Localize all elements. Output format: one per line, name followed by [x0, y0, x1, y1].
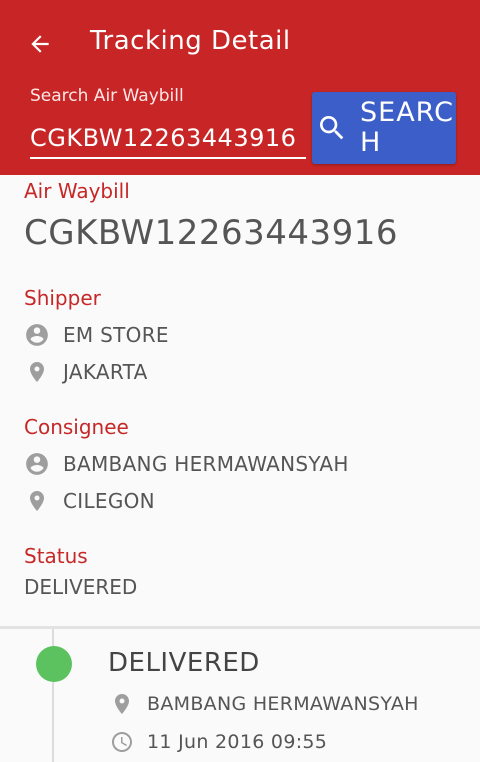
back-button[interactable]	[22, 26, 58, 62]
person-icon	[24, 322, 50, 348]
timeline-receiver-row: BAMBANG HERMAWANSYAH	[110, 690, 419, 718]
section-divider	[0, 626, 480, 629]
search-field-label: Search Air Waybill	[30, 86, 184, 106]
consignee-label: Consignee	[24, 415, 129, 439]
page-title: Tracking Detail	[90, 26, 291, 56]
consignee-name-row: BAMBANG HERMAWANSYAH	[24, 450, 349, 478]
person-icon	[24, 451, 50, 477]
consignee-name: BAMBANG HERMAWANSYAH	[63, 452, 349, 476]
shipper-label: Shipper	[24, 286, 101, 310]
search-button[interactable]: SEARCH	[312, 92, 456, 164]
timeline-receiver: BAMBANG HERMAWANSYAH	[147, 693, 419, 715]
timeline-status: DELIVERED	[108, 648, 260, 678]
shipper-name-row: EM STORE	[24, 321, 169, 349]
timeline-datetime: 11 Jun 2016 09:55	[147, 731, 328, 753]
search-icon	[320, 116, 344, 140]
timeline-datetime-row: 11 Jun 2016 09:55	[110, 728, 327, 756]
air-waybill-value: CGKBW12263443916	[24, 213, 399, 253]
status-label: Status	[24, 544, 88, 568]
back-arrow-icon	[31, 35, 49, 53]
air-waybill-label: Air Waybill	[24, 179, 130, 203]
location-pin-icon	[24, 488, 50, 514]
location-pin-icon	[24, 359, 50, 385]
shipper-city-row: JAKARTA	[24, 358, 148, 386]
status-value: DELIVERED	[24, 575, 138, 599]
shipper-city: JAKARTA	[63, 360, 148, 384]
clock-icon	[110, 730, 134, 754]
app-bar: Tracking Detail Search Air Waybill SEARC…	[0, 0, 480, 175]
location-pin-icon	[110, 692, 134, 716]
timeline-status-dot	[36, 646, 72, 682]
shipper-name: EM STORE	[63, 323, 169, 347]
consignee-city: CILEGON	[63, 489, 155, 513]
consignee-city-row: CILEGON	[24, 487, 155, 515]
search-button-label: SEARCH	[360, 97, 454, 158]
waybill-search-input[interactable]	[30, 119, 306, 159]
